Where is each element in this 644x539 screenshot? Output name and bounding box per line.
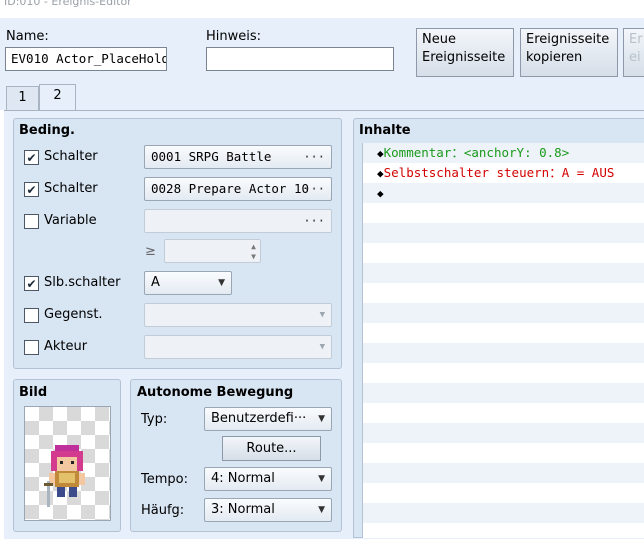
list-blank-row [363,363,644,383]
copy-page-label-2: kopieren [526,50,583,65]
switch2-select[interactable]: 0028 Prepare Actor 10 ··· [144,177,332,201]
movement-type-select[interactable]: Benutzerdefi··· ▼ [204,407,332,431]
switch1-select[interactable]: 0001 SRPG Battle ··· [144,145,332,169]
switch1-value: 0001 SRPG Battle [151,149,272,164]
self-switch-command-text: Selbstschalter steuern：A = AUS [383,165,615,180]
list-blank-row [363,283,644,303]
window-title: ID:010 - Ereignis-Editor [4,0,132,8]
dropdown-icon: ▼ [318,474,325,484]
contents-title: Inhalte [359,123,411,138]
command-row[interactable]: ◆ [363,183,644,203]
dropdown-icon: ▼ [319,310,325,320]
more-icon: ··· [303,150,325,164]
list-blank-row [363,223,644,243]
self-switch-value: A [151,275,160,290]
list-blank-row [363,243,644,263]
switch2-checkbox[interactable] [24,182,39,197]
list-blank-row [363,323,644,343]
spin-down-icon[interactable]: ▼ [251,246,256,262]
list-blank-row [363,303,644,323]
variable-checkbox[interactable] [24,214,39,229]
tab-page-1[interactable]: 1 [6,86,39,110]
item-select[interactable]: ▼ [144,303,332,327]
dropdown-icon: ▼ [318,505,325,515]
hint-label: Hinweis: [206,29,262,44]
movement-speed-value: 4: Normal [211,471,275,486]
tab-page-2[interactable]: 2 [39,84,76,111]
list-blank-row [363,263,644,283]
dropdown-icon: ▼ [218,278,225,288]
variable-number-spinner[interactable]: ▲ ▼ [164,239,261,263]
cut-page-label-1: Er [629,32,643,47]
movement-freq-label: Häufg: [141,503,185,518]
dropdown-icon: ▼ [319,342,325,352]
movement-freq-value: 3: Normal [211,502,275,517]
command-row[interactable]: ◆Selbstschalter steuern：A = AUS [363,163,644,183]
variable-operator: ≥ [145,244,156,259]
actor-checkbox[interactable] [24,340,39,355]
switch2-label: Schalter [44,181,98,196]
cut-page-label-2: ei [629,50,641,65]
item-checkbox[interactable] [24,308,39,323]
more-icon: ··· [303,214,325,228]
movement-title: Autonome Bewegung [137,385,294,400]
switch1-checkbox[interactable] [24,150,39,165]
image-title: Bild [19,385,48,400]
tab-page-2-label: 2 [53,88,62,103]
movement-type-label: Typ: [141,412,168,427]
list-blank-row [363,423,644,443]
copy-page-label-1: Ereignisseite [526,32,610,47]
marker-icon: ◆ [377,147,384,160]
movement-freq-select[interactable]: 3: Normal ▼ [204,498,332,522]
command-row[interactable]: ◆Kommentar：<anchorY: 0.8> [363,143,644,163]
marker-icon: ◆ [377,167,384,180]
new-page-label-1: Neue [422,32,456,47]
list-blank-row [363,203,644,223]
item-label: Gegenst. [44,307,103,322]
dropdown-icon: ▼ [318,414,325,424]
new-page-button[interactable]: Neue Ereignisseite [416,28,514,77]
copy-page-button[interactable]: Ereignisseite kopieren [520,28,618,77]
character-sprite-icon [44,445,85,507]
contents-list[interactable]: ◆Kommentar：<anchorY: 0.8> ◆Selbstschalte… [362,143,644,538]
list-blank-row [363,383,644,403]
list-blank-row [363,503,644,523]
variable-label: Variable [44,213,97,228]
variable-select[interactable]: ··· [144,209,332,233]
self-switch-label: Slb.schalter [44,275,121,290]
movement-speed-label: Tempo: [141,472,188,487]
list-blank-row [363,343,644,363]
switch2-value: 0028 Prepare Actor 10 [151,181,310,196]
marker-icon: ◆ [377,187,384,200]
conditions-title: Beding. [19,123,75,138]
name-label: Name: [6,29,49,44]
actor-label: Akteur [44,339,88,354]
tab-page-1-label: 1 [18,90,27,105]
name-input[interactable]: EV010 Actor_PlaceHolder [5,47,167,71]
movement-speed-select[interactable]: 4: Normal ▼ [204,467,332,491]
comment-command-label: Kommentar： [383,145,464,160]
new-page-label-2: Ereignisseite [422,50,506,65]
list-blank-row [363,463,644,483]
list-blank-row [363,443,644,463]
list-blank-row [363,403,644,423]
list-blank-row [363,483,644,503]
movement-type-value: Benutzerdefi··· [211,411,307,426]
route-button[interactable]: Route... [222,436,321,461]
tab-strip [0,82,644,110]
self-switch-select[interactable]: A ▼ [144,271,232,295]
actor-select[interactable]: ▼ [144,335,332,359]
comment-command-text: <anchorY: 0.8> [463,145,570,160]
hint-input[interactable] [206,47,394,71]
event-image-preview[interactable] [24,406,111,521]
more-icon: ··· [303,182,325,196]
title-bar: ID:010 - Ereignis-Editor [0,0,644,18]
cut-page-button[interactable]: Er ei [623,28,644,77]
list-blank-row [363,523,644,538]
switch1-label: Schalter [44,149,98,164]
self-switch-checkbox[interactable] [24,276,39,291]
